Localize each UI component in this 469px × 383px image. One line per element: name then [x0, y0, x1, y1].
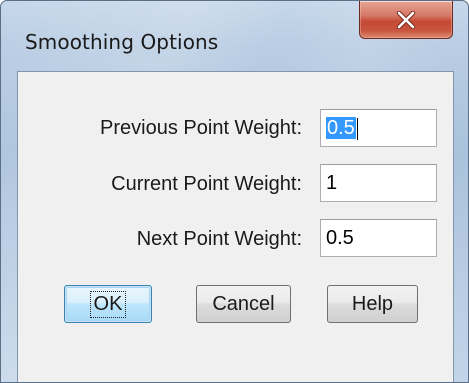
ok-button-label: OK: [89, 290, 127, 318]
next-point-weight-value: 0.5: [326, 227, 354, 249]
ok-button[interactable]: OK: [64, 285, 152, 323]
dialog-window: Smoothing Options Previous Point Weight:…: [0, 0, 469, 383]
help-button[interactable]: Help: [327, 285, 418, 323]
previous-point-weight-value: 0.5: [326, 117, 356, 139]
dialog-body: Previous Point Weight: 0.5 Current Point…: [17, 71, 454, 382]
help-button-label: Help: [351, 292, 394, 315]
previous-point-weight-input[interactable]: 0.5: [320, 109, 437, 147]
next-point-weight-input[interactable]: 0.5: [320, 219, 437, 257]
dialog-title: Smoothing Options: [25, 30, 219, 54]
title-bar[interactable]: Smoothing Options: [1, 1, 468, 71]
previous-point-weight-label: Previous Point Weight:: [100, 117, 302, 139]
cancel-button[interactable]: Cancel: [196, 285, 291, 323]
close-button[interactable]: [359, 1, 453, 39]
cancel-button-label: Cancel: [212, 292, 275, 315]
current-point-weight-input[interactable]: 1: [320, 164, 437, 202]
next-point-weight-label: Next Point Weight:: [136, 228, 302, 250]
text-caret: [356, 117, 358, 140]
close-x-icon: [396, 10, 416, 29]
current-point-weight-value: 1: [326, 172, 338, 194]
current-point-weight-label: Current Point Weight:: [111, 173, 302, 195]
